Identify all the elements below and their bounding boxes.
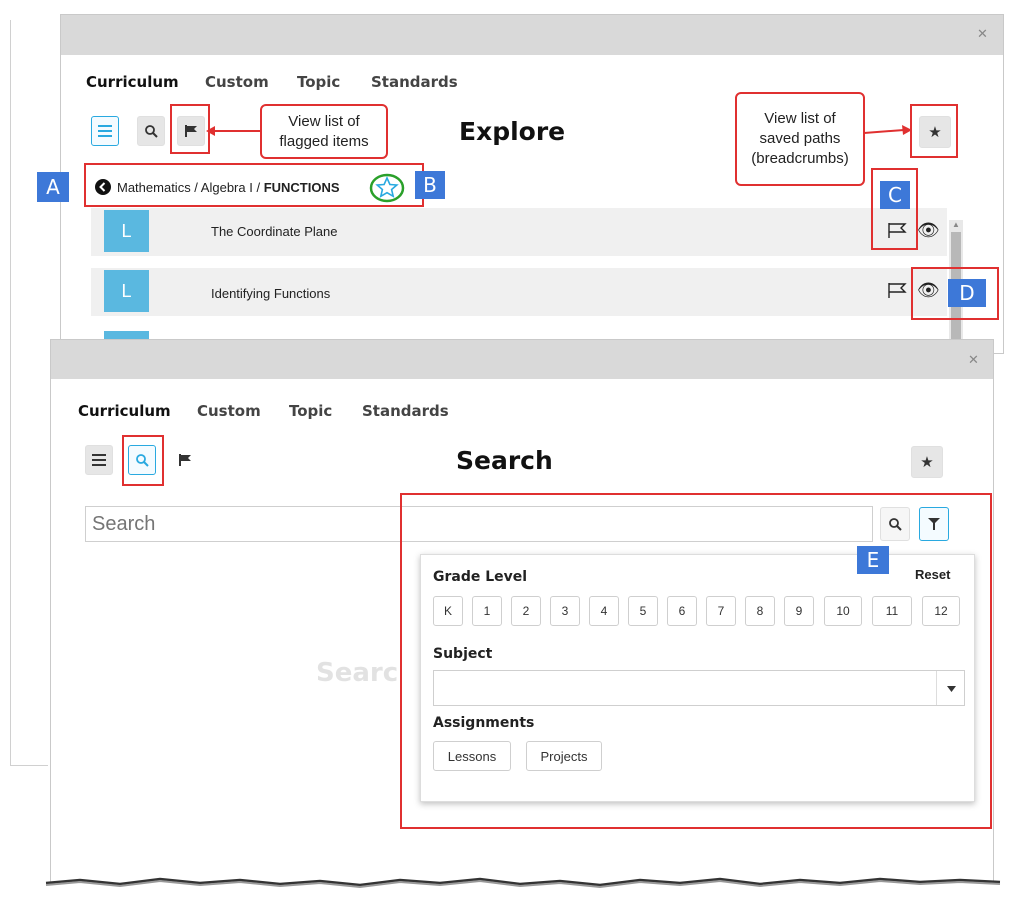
- badge-e: E: [857, 546, 889, 574]
- badge-a: A: [37, 172, 69, 202]
- scroll-up-icon[interactable]: ▲: [952, 220, 960, 229]
- list-view-button[interactable]: [85, 445, 113, 475]
- list-item[interactable]: L The Coordinate Plane 👁: [91, 208, 947, 256]
- search-icon-highlight-box: [122, 435, 164, 486]
- search-icon: [144, 124, 158, 138]
- tab-custom[interactable]: Custom: [197, 402, 261, 420]
- tab-curriculum[interactable]: Curriculum: [86, 73, 179, 91]
- flag-outline-icon[interactable]: [887, 282, 907, 298]
- tab-curriculum[interactable]: Curriculum: [78, 402, 171, 420]
- list-icon: [92, 454, 106, 466]
- search-titlebar: [51, 340, 993, 379]
- list-item-title[interactable]: The Coordinate Plane: [211, 224, 337, 239]
- explore-titlebar: [61, 15, 1003, 55]
- tab-custom[interactable]: Custom: [205, 73, 269, 91]
- list-item[interactable]: L Identifying Functions 👁: [91, 268, 947, 316]
- torn-edge: [45, 877, 1001, 889]
- star-icon: ★: [920, 453, 934, 471]
- callout-arrow: [864, 125, 912, 135]
- tab-standards[interactable]: Standards: [362, 402, 449, 420]
- page-title: Explore: [459, 117, 566, 146]
- background-page-edge: [10, 20, 11, 765]
- lesson-tile: L: [104, 270, 149, 312]
- close-icon[interactable]: ✕: [968, 353, 979, 368]
- flagged-view-button[interactable]: [171, 445, 199, 475]
- list-icon: [98, 125, 112, 137]
- callout-arrow: [206, 126, 262, 136]
- background-page-edge: [10, 765, 48, 766]
- tab-topic[interactable]: Topic: [297, 73, 340, 91]
- tab-topic[interactable]: Topic: [289, 402, 332, 420]
- saved-highlight-box: [910, 104, 958, 158]
- flagged-callout: View list of flagged items: [260, 104, 388, 159]
- list-view-button[interactable]: [91, 116, 119, 146]
- close-icon[interactable]: ✕: [977, 27, 988, 42]
- badge-d: D: [948, 279, 986, 307]
- empty-state-text: Searc: [316, 658, 399, 688]
- search-view-button[interactable]: [137, 116, 165, 146]
- page-title: Search: [456, 446, 553, 475]
- flag-highlight-box: [170, 104, 210, 154]
- tab-standards[interactable]: Standards: [371, 73, 458, 91]
- saved-paths-callout: View list of saved paths (breadcrumbs): [735, 92, 865, 186]
- list-item-title[interactable]: Identifying Functions: [211, 286, 330, 301]
- saved-paths-button[interactable]: ★: [911, 446, 943, 478]
- badge-b: B: [415, 171, 445, 199]
- lesson-tile: L: [104, 210, 149, 252]
- filter-highlight-box: [400, 493, 992, 829]
- badge-c: C: [880, 181, 910, 209]
- eye-icon[interactable]: 👁: [917, 220, 940, 241]
- star-outline-icon[interactable]: [369, 173, 405, 203]
- flag-icon: [178, 454, 191, 466]
